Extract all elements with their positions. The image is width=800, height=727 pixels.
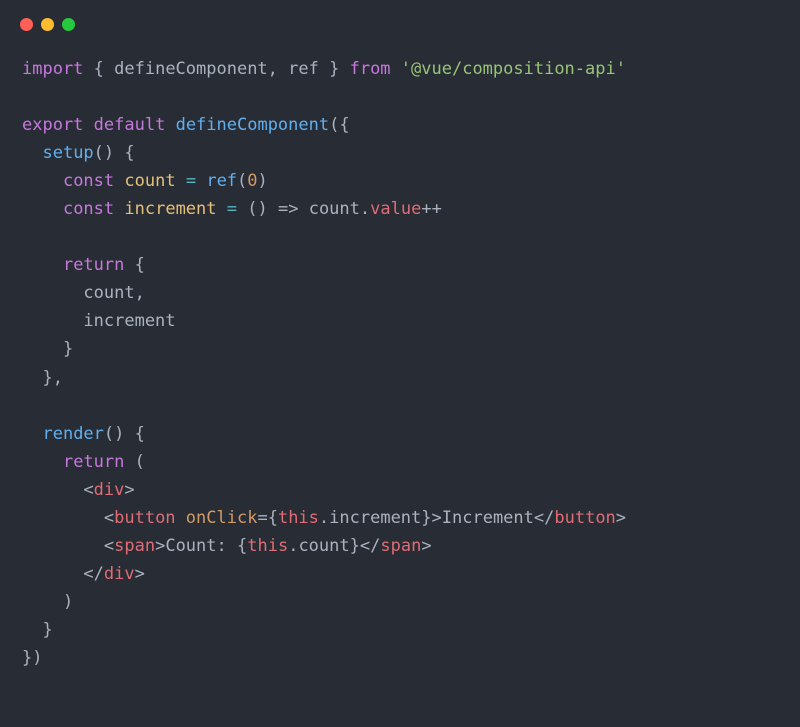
arrow: () =>	[247, 199, 298, 219]
op-eq: =	[257, 508, 267, 528]
punct: () {	[94, 143, 135, 163]
punct: ({	[329, 115, 349, 135]
punct: (	[124, 452, 144, 472]
func-call: defineComponent	[176, 115, 330, 135]
string-lit: '@vue/composition-api'	[401, 59, 626, 79]
kw-const: const	[63, 199, 114, 219]
sp	[298, 199, 308, 219]
indent	[22, 255, 63, 275]
var-count: count	[309, 199, 360, 219]
punct: }	[350, 536, 360, 556]
kw-import: import	[22, 59, 83, 79]
num-zero: 0	[247, 171, 257, 191]
punct: }>	[421, 508, 441, 528]
punct: </	[360, 536, 380, 556]
punct: >	[421, 536, 431, 556]
punct: {	[124, 255, 144, 275]
kw-const: const	[63, 171, 114, 191]
sp	[83, 115, 93, 135]
window-controls	[0, 0, 800, 31]
tag-div: div	[104, 564, 135, 584]
code-block: import { defineComponent, ref } from '@v…	[0, 31, 800, 692]
punct: {	[83, 59, 114, 79]
tag-button: button	[554, 508, 615, 528]
prop-value: value	[370, 199, 421, 219]
prop-increment: increment	[329, 508, 421, 528]
maximize-icon	[62, 18, 75, 31]
punct: >	[124, 480, 134, 500]
text-increment: Increment	[442, 508, 534, 528]
punct: .	[288, 536, 298, 556]
text-count: Count:	[165, 536, 237, 556]
punct: })	[22, 648, 42, 668]
punct: .	[360, 199, 370, 219]
tag-button: button	[114, 508, 175, 528]
method-setup: setup	[42, 143, 93, 163]
close-icon	[20, 18, 33, 31]
sp	[165, 115, 175, 135]
punct: }	[319, 59, 350, 79]
kw-from: from	[350, 59, 391, 79]
punct: >	[616, 508, 626, 528]
var-count: count	[124, 171, 175, 191]
punct: }	[22, 339, 73, 359]
punct: (	[237, 171, 247, 191]
kw-this: this	[278, 508, 319, 528]
sp	[176, 508, 186, 528]
ident: defineComponent	[114, 59, 268, 79]
kw-this: this	[247, 536, 288, 556]
punct: },	[22, 368, 63, 388]
method-render: render	[42, 424, 103, 444]
op-eq: =	[227, 199, 237, 219]
punct: .	[319, 508, 329, 528]
punct: }	[22, 620, 53, 640]
indent: </	[22, 564, 104, 584]
sp	[391, 59, 401, 79]
punct: )	[22, 592, 73, 612]
sp	[114, 199, 124, 219]
minimize-icon	[41, 18, 54, 31]
sp	[196, 171, 206, 191]
kw-return: return	[63, 452, 124, 472]
punct: >	[155, 536, 165, 556]
tag-span: span	[114, 536, 155, 556]
prop-count: count	[298, 536, 349, 556]
punct: () {	[104, 424, 145, 444]
var-increment: increment	[124, 199, 216, 219]
op-pp: ++	[421, 199, 441, 219]
kw-default: default	[94, 115, 166, 135]
tag-div: div	[94, 480, 125, 500]
line-count: count,	[22, 283, 145, 303]
sp	[176, 171, 186, 191]
op-eq: =	[186, 171, 196, 191]
indent	[22, 171, 63, 191]
punct: ,	[268, 59, 288, 79]
ident: ref	[288, 59, 319, 79]
tag-span: span	[380, 536, 421, 556]
kw-return: return	[63, 255, 124, 275]
punct: {	[237, 536, 247, 556]
indent	[22, 199, 63, 219]
attr-onclick: onClick	[186, 508, 258, 528]
punct: )	[258, 171, 268, 191]
func-ref: ref	[206, 171, 237, 191]
line-increment: increment	[22, 311, 176, 331]
indent	[22, 143, 42, 163]
punct: {	[268, 508, 278, 528]
kw-export: export	[22, 115, 83, 135]
punct: </	[534, 508, 554, 528]
punct: >	[135, 564, 145, 584]
sp	[217, 199, 227, 219]
indent: <	[22, 536, 114, 556]
indent: <	[22, 508, 114, 528]
indent	[22, 452, 63, 472]
sp	[114, 171, 124, 191]
indent: <	[22, 480, 94, 500]
sp	[237, 199, 247, 219]
indent	[22, 424, 42, 444]
